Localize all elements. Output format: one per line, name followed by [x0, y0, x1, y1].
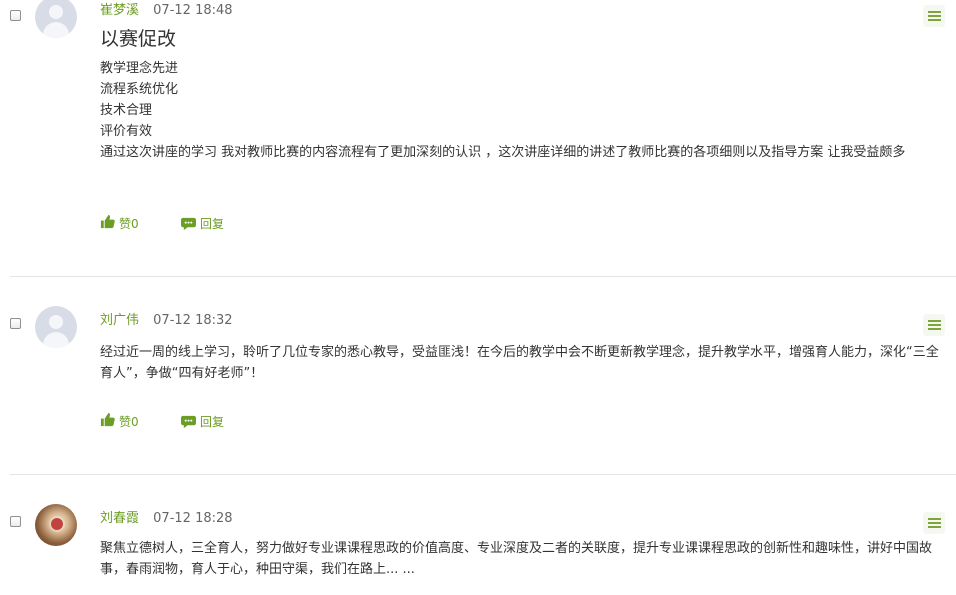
user-avatar[interactable] [35, 504, 77, 546]
hamburger-menu-icon [928, 11, 941, 21]
comment-menu-button[interactable] [923, 5, 945, 27]
comment-paragraph: 通过这次讲座的学习 我对教师比赛的内容流程有了更加深刻的认识 ，这次讲座详细的讲… [100, 145, 906, 160]
comment-paragraph: 聚焦立德树人，三全育人，努力做好专业课课程思政的价值高度、专业深度及二者的关联度… [100, 541, 933, 577]
comment-menu-button[interactable] [923, 314, 945, 336]
comment-header: 刘广伟 07-12 18:32 [100, 313, 233, 329]
comment-menu-button[interactable] [923, 512, 945, 534]
comment-timestamp: 07-12 18:28 [153, 511, 233, 526]
like-count-label: 赞0 [119, 217, 139, 231]
comment-title: 以赛促改 [100, 28, 177, 50]
thumbs-up-icon [100, 412, 115, 427]
comment-bubble-icon [181, 415, 196, 429]
hamburger-menu-icon [928, 320, 941, 330]
select-comment-checkbox[interactable] [10, 10, 21, 21]
comment-feed: 崔梦溪 07-12 18:48 以赛促改 教学理念先进 流程系统优化 技术合理 … [0, 0, 956, 595]
comment-header: 崔梦溪 07-12 18:48 [100, 3, 233, 19]
comment-body: 教学理念先进 流程系统优化 技术合理 评价有效 通过这次讲座的学习 我对教师比赛… [100, 58, 944, 163]
thumbs-up-icon [100, 214, 115, 229]
comment-body: 聚焦立德树人，三全育人，努力做好专业课课程思政的价值高度、专业深度及二者的关联度… [100, 538, 944, 580]
author-name[interactable]: 刘春霞 [100, 511, 139, 526]
comment-divider [10, 474, 956, 475]
comment-header: 刘春霞 07-12 18:28 [100, 511, 233, 527]
comment-bubble-icon [181, 217, 196, 231]
user-avatar[interactable] [35, 0, 77, 38]
comment-paragraph: 经过近一周的线上学习，聆听了几位专家的悉心教导，受益匪浅！在今后的教学中会不断更… [100, 345, 939, 381]
author-name[interactable]: 崔梦溪 [100, 3, 139, 18]
comment-paragraph: 技术合理 [100, 103, 153, 118]
user-avatar[interactable] [35, 306, 77, 348]
select-comment-checkbox[interactable] [10, 516, 21, 527]
comment-body: 经过近一周的线上学习，聆听了几位专家的悉心教导，受益匪浅！在今后的教学中会不断更… [100, 342, 944, 384]
comment-paragraph: 评价有效 [100, 124, 153, 139]
comment-timestamp: 07-12 18:32 [153, 313, 233, 328]
comment-timestamp: 07-12 18:48 [153, 3, 233, 18]
comment-paragraph: 流程系统优化 [100, 82, 179, 97]
reply-label: 回复 [200, 415, 225, 429]
select-comment-checkbox[interactable] [10, 318, 21, 329]
hamburger-menu-icon [928, 518, 941, 528]
comment-divider [10, 276, 956, 277]
author-name[interactable]: 刘广伟 [100, 313, 139, 328]
comment-paragraph: 教学理念先进 [100, 61, 179, 76]
reply-label: 回复 [200, 217, 225, 231]
like-count-label: 赞0 [119, 415, 139, 429]
